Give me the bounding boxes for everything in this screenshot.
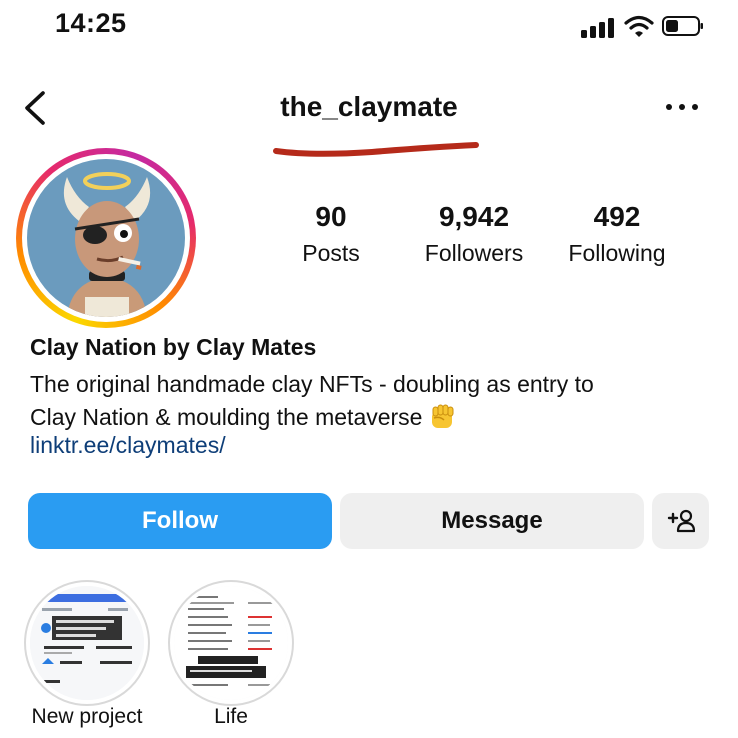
highlight-label-new-project: New project (31, 705, 143, 728)
display-name: Clay Nation by Clay Mates (30, 334, 317, 360)
battery-icon (662, 16, 703, 36)
follow-button[interactable]: Follow (28, 493, 332, 549)
stat-followers[interactable]: 9,942 Followers (414, 200, 534, 268)
message-button[interactable]: Message (340, 493, 644, 549)
posts-label: Posts (302, 240, 360, 266)
highlight-life[interactable] (168, 580, 294, 706)
bio-link[interactable]: linktr.ee/claymates/ (30, 432, 226, 459)
status-time: 14:25 (55, 8, 127, 38)
highlight-preview-graphic (30, 586, 144, 700)
avatar[interactable] (27, 159, 185, 317)
highlight-thumbnail (174, 586, 288, 700)
red-underline-annotation (273, 142, 479, 157)
bio-line-2: Clay Nation & moulding the metaverse (30, 401, 720, 434)
more-options-icon[interactable] (664, 102, 700, 114)
suggest-user-button[interactable] (652, 493, 709, 549)
followers-count: 9,942 (438, 201, 510, 232)
following-count: 492 (593, 201, 641, 232)
highlight-label-life: Life (214, 705, 248, 728)
raised-fist-emoji-icon (432, 404, 454, 428)
bio-text: The original handmade clay NFTs - doubli… (30, 368, 720, 434)
highlight-new-project[interactable] (24, 580, 150, 706)
stat-posts[interactable]: 90 Posts (291, 200, 371, 268)
followers-label: Followers (424, 240, 524, 266)
posts-count: 90 (315, 201, 347, 232)
highlight-thumbnail (30, 586, 144, 700)
clay-character-picture (27, 159, 185, 317)
profile-username: the_claymate (280, 91, 458, 122)
stat-following[interactable]: 492 Following (558, 200, 676, 268)
cellular-signal-icon (581, 16, 615, 38)
bio-line-1: The original handmade clay NFTs - doubli… (30, 371, 594, 397)
add-person-icon (667, 509, 695, 533)
wifi-icon (624, 15, 654, 37)
highlight-preview-graphic (174, 586, 288, 700)
following-label: Following (568, 240, 666, 266)
